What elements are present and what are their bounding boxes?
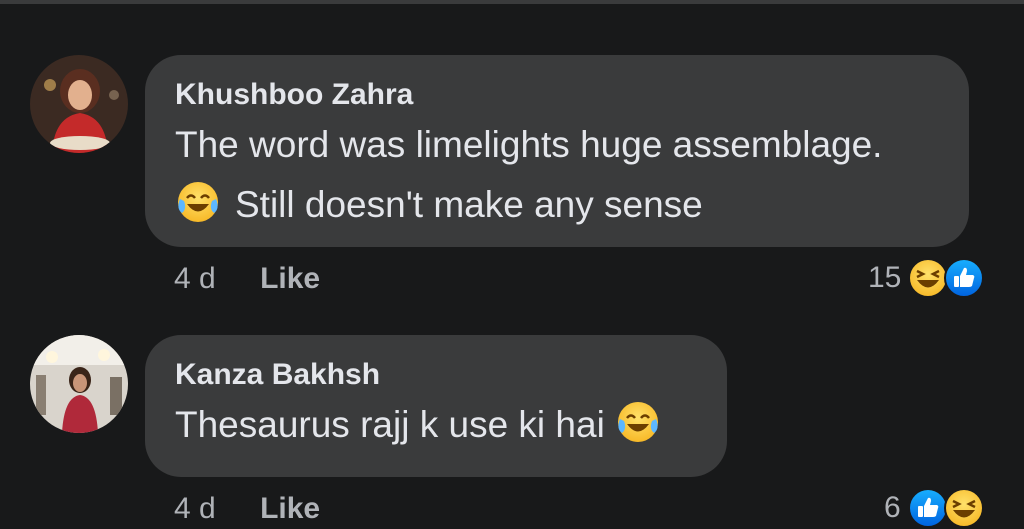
reaction-count: 15 xyxy=(868,261,902,294)
reaction-count: 6 xyxy=(884,491,901,524)
thumbs-up-reaction-icon xyxy=(944,258,985,298)
laughing-reaction-icon xyxy=(943,488,984,528)
comment-meta: 4 d Like xyxy=(174,262,320,296)
avatar[interactable] xyxy=(30,335,128,433)
like-button[interactable]: Like xyxy=(260,492,320,525)
tears-of-joy-emoji-icon xyxy=(178,182,218,222)
like-button[interactable]: Like xyxy=(260,262,320,295)
comment-text-line: The word was limelights huge assemblage. xyxy=(175,124,883,165)
comment-bubble: Khushboo Zahra The word was limelights h… xyxy=(145,55,969,247)
comment-meta: 4 d Like xyxy=(174,492,320,526)
avatar[interactable] xyxy=(30,55,128,153)
comment-bubble: Kanza Bakhsh Thesaurus rajj k use ki hai xyxy=(145,335,727,477)
comment-text: The word was limelights huge assemblage. xyxy=(175,115,939,175)
comment-author[interactable]: Kanza Bakhsh xyxy=(175,357,697,393)
comment-author[interactable]: Khushboo Zahra xyxy=(175,77,939,113)
comment-text-line: Still doesn't make any sense xyxy=(235,184,703,225)
comment-text: Still doesn't make any sense xyxy=(175,175,939,235)
comment-time[interactable]: 4 d xyxy=(174,492,216,525)
reaction-summary[interactable]: 15 xyxy=(868,257,985,299)
comment-time[interactable]: 4 d xyxy=(174,262,216,295)
comment-text: Thesaurus rajj k use ki hai xyxy=(175,395,697,455)
reaction-summary[interactable]: 6 xyxy=(884,487,985,529)
tears-of-joy-emoji-icon xyxy=(617,402,658,442)
comment-text-line: Thesaurus rajj k use ki hai xyxy=(175,404,605,445)
top-divider xyxy=(0,0,1024,4)
